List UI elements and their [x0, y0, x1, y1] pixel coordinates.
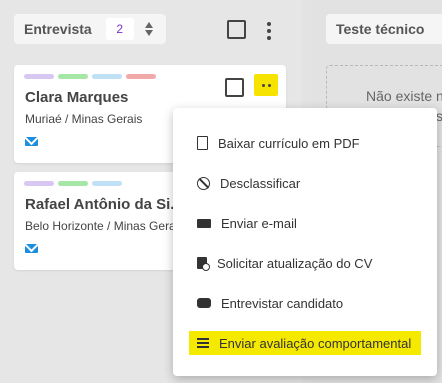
candidate-name[interactable]: Clara Marques [25, 89, 128, 106]
document-refresh-icon [197, 257, 210, 271]
tag [24, 181, 54, 186]
column-title: Entrevista [24, 21, 92, 37]
menu-item-label: Enviar e-mail [221, 215, 297, 231]
pdf-download-icon [197, 136, 208, 150]
menu-item-label: Baixar currículo em PDF [218, 135, 360, 151]
mail-icon [197, 218, 211, 228]
menu-item-label: Entrevistar candidato [221, 295, 344, 311]
column-menu-icon[interactable] [267, 22, 271, 43]
candidate-location: Muriaé / Minas Gerais [25, 112, 143, 126]
tag [92, 181, 122, 186]
mail-icon[interactable] [25, 137, 38, 146]
count-badge: 2 [105, 18, 134, 40]
column-header: Entrevista 2 [14, 14, 166, 44]
menu-item-send-email[interactable]: Enviar e-mail [189, 211, 421, 235]
candidate-location: Belo Horizonte / Minas Gera [25, 219, 176, 233]
column-header: Teste técnico [326, 14, 442, 44]
menu-item-disqualify[interactable]: Desclassificar [189, 171, 421, 195]
mail-icon[interactable] [25, 244, 38, 253]
sort-icon[interactable] [144, 21, 154, 37]
tag [126, 74, 156, 79]
candidate-name[interactable]: Rafael Antônio da Si... [25, 196, 183, 213]
tag [24, 74, 54, 79]
menu-item-request-cv-update[interactable]: Solicitar atualização do CV [189, 251, 421, 275]
menu-item-label: Solicitar atualização do CV [217, 255, 373, 271]
select-all-checkbox[interactable] [227, 20, 246, 39]
empty-message: Não existe n [366, 88, 442, 104]
column-title: Teste técnico [336, 21, 425, 37]
menu-item-download-pdf[interactable]: Baixar currículo em PDF [189, 131, 421, 155]
ban-icon [197, 176, 210, 190]
tag [58, 181, 88, 186]
candidate-actions-menu: Baixar currículo em PDF Desclassificar E… [173, 108, 437, 376]
tag [58, 74, 88, 79]
menu-item-behavioral-assessment[interactable]: Enviar avaliação comportamental [189, 331, 421, 355]
more-options-button[interactable] [254, 74, 278, 96]
tag-list [24, 181, 122, 186]
menu-item-label: Enviar avaliação comportamental [219, 335, 412, 351]
menu-item-label: Desclassificar [220, 175, 301, 191]
tag-list [24, 74, 156, 79]
menu-item-interview[interactable]: Entrevistar candidato [189, 291, 421, 315]
card-checkbox[interactable] [225, 78, 244, 97]
checklist-icon [197, 337, 209, 349]
tag [92, 74, 122, 79]
chat-icon [197, 298, 211, 308]
